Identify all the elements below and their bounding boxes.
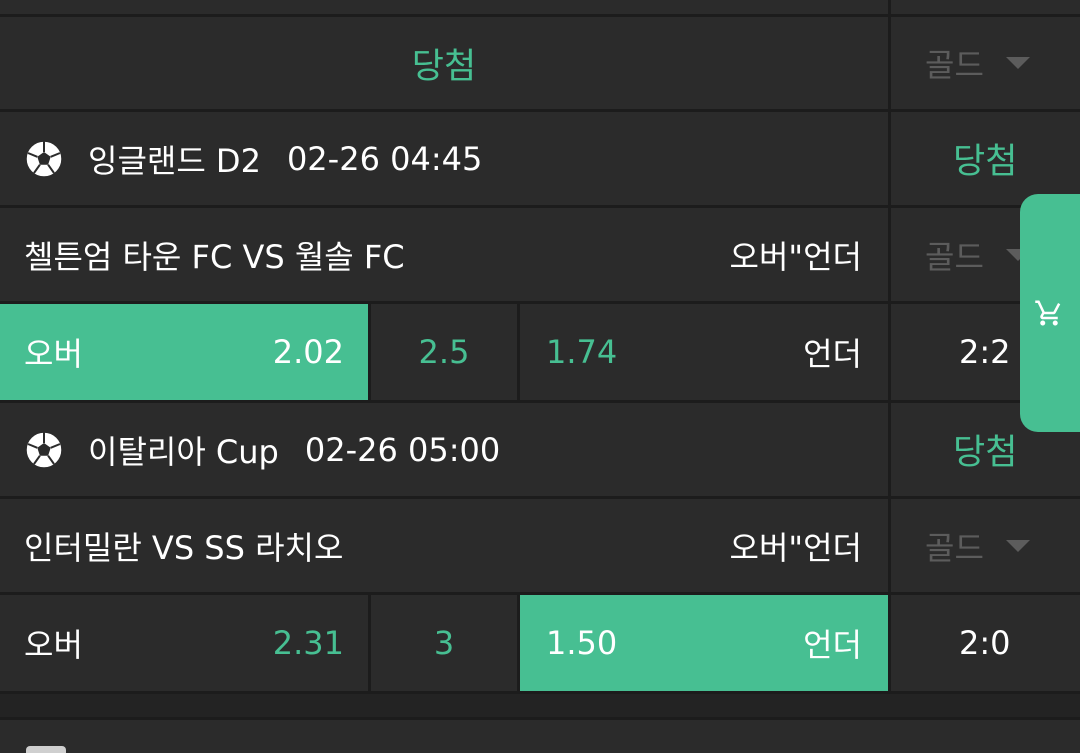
match-1-league-row: 잉글랜드 D2 02-26 04:45 당첨 (0, 112, 1080, 205)
match-1-under-button[interactable]: 1.74 언더 (520, 304, 888, 400)
match-2-over-label: 오버 (24, 626, 83, 664)
match-1-line-cell: 2.5 (371, 304, 517, 400)
cart-button[interactable] (1020, 194, 1080, 432)
match-2-grade-select[interactable]: 골드 (891, 499, 1080, 592)
match-1-league-cell: 잉글랜드 D2 02-26 04:45 (0, 112, 888, 205)
match-1-under-label: 언더 (803, 335, 862, 373)
top-strip-right (891, 0, 1080, 14)
match-2-grade-label: 골드 (925, 528, 984, 567)
match-2-league-row: 이탈리아 Cup 02-26 05:00 당첨 (0, 403, 1080, 496)
header-status-cell: 당첨 (0, 17, 888, 109)
match-2-datetime: 02-26 05:00 (304, 430, 501, 469)
match-1-league: 잉글랜드 D2 (88, 141, 261, 180)
match-2-line-cell: 3 (371, 595, 517, 691)
soccer-ball-icon (25, 139, 63, 178)
header-status: 당첨 (411, 46, 477, 87)
match-2-teams: 인터밀란 VS SS 라치오 (24, 528, 344, 567)
match-1-status: 당첨 (953, 142, 1018, 182)
match-1-score: 2:2 (959, 333, 1011, 371)
match-2-score-cell: 2:0 (891, 595, 1080, 691)
match-1-over-label: 오버 (24, 335, 83, 373)
match-2-under-odds: 1.50 (546, 624, 618, 662)
match-2-teams-row: 인터밀란 VS SS 라치오 오버"언더 골드 (0, 499, 1080, 592)
header-row: 당첨 골드 (0, 17, 1080, 109)
header-grade-select[interactable]: 골드 (891, 17, 1080, 109)
match-2-status: 당첨 (953, 433, 1018, 473)
match-2-odds-row: 오버 2.31 3 1.50 언더 2:0 (0, 595, 1080, 691)
match-1-over-button[interactable]: 오버 2.02 (0, 304, 368, 400)
bottom-separator (0, 694, 1080, 717)
cart-icon (1035, 300, 1061, 326)
chevron-down-icon (1005, 539, 1030, 552)
match-1-over-odds: 2.02 (272, 333, 344, 371)
match-1-grade-label: 골드 (925, 237, 984, 276)
match-2-league-cell: 이탈리아 Cup 02-26 05:00 (0, 403, 888, 496)
match-2-score: 2:0 (959, 624, 1011, 662)
match-1-status-cell: 당첨 (891, 112, 1080, 205)
top-strip (0, 0, 1080, 14)
soccer-ball-icon (25, 430, 63, 469)
match-1-datetime: 02-26 04:45 (286, 139, 483, 178)
match-1-market: 오버"언더 (729, 237, 862, 276)
next-item-row (0, 720, 1080, 753)
match-1-odds-row: 오버 2.02 2.5 1.74 언더 2:2 (0, 304, 1080, 400)
match-1-under-odds: 1.74 (546, 333, 618, 371)
match-2-league: 이탈리아 Cup (88, 432, 279, 471)
header-grade-label: 골드 (925, 46, 984, 84)
match-2-market: 오버"언더 (729, 528, 862, 567)
match-2-line: 3 (433, 624, 455, 662)
match-2-under-label: 언더 (803, 626, 862, 664)
match-2-under-button[interactable]: 1.50 언더 (520, 595, 888, 691)
match-2-over-button[interactable]: 오버 2.31 (0, 595, 368, 691)
match-1-line: 2.5 (418, 333, 470, 371)
top-strip-left (0, 0, 888, 14)
match-1-teams-row: 첼튼엄 타운 FC VS 월솔 FC 오버"언더 골드 (0, 208, 1080, 301)
chevron-down-icon (1005, 57, 1030, 69)
checkbox[interactable] (26, 746, 66, 753)
match-1-teams: 첼튼엄 타운 FC VS 월솔 FC (24, 237, 405, 276)
match-2-teams-cell: 인터밀란 VS SS 라치오 오버"언더 (0, 499, 888, 592)
match-1-teams-cell: 첼튼엄 타운 FC VS 월솔 FC 오버"언더 (0, 208, 888, 301)
match-2-over-odds: 2.31 (272, 624, 344, 662)
